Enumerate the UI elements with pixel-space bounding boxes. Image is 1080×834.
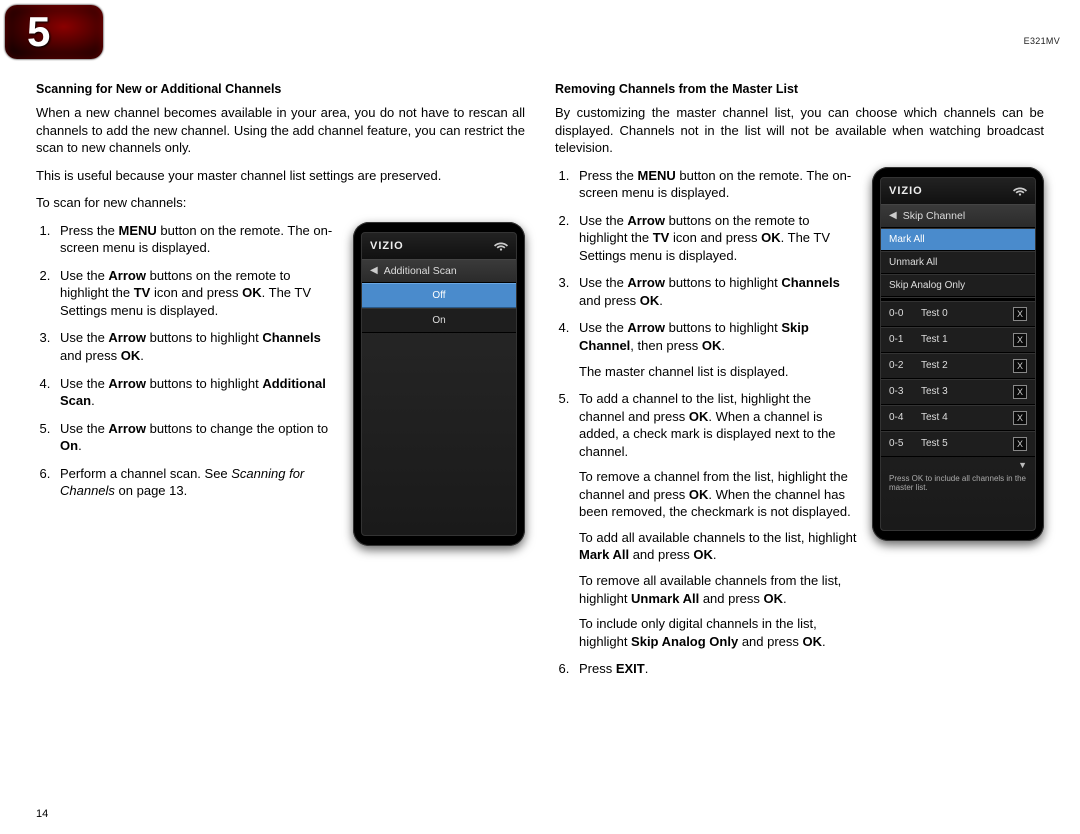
left-column: Scanning for New or Additional Channels …: [36, 82, 525, 688]
channel-row: 0-5Test 5X: [881, 431, 1035, 457]
right-column: Removing Channels from the Master List B…: [555, 82, 1044, 688]
model-code: E321MV: [1024, 36, 1060, 46]
phone-header: VIZIO: [362, 233, 516, 259]
phone-header: VIZIO: [881, 178, 1035, 204]
checkbox-icon: X: [1013, 359, 1027, 373]
left-steps: Press the MENU button on the remote. The…: [36, 222, 339, 546]
crumb-text: Skip Channel: [903, 210, 965, 222]
brand-label: VIZIO: [370, 240, 404, 252]
left-step-4: Use the Arrow buttons to highlight Addit…: [54, 375, 339, 410]
left-step-6: Perform a channel scan. See Scanning for…: [54, 465, 339, 500]
left-step-2: Use the Arrow buttons on the remote to h…: [54, 267, 339, 320]
breadcrumb: ◀ Skip Channel: [881, 204, 1035, 228]
channel-name: Test 4: [921, 412, 1013, 423]
chevron-down-icon: ▼: [1018, 460, 1027, 470]
scroll-indicator: ▼: [881, 457, 1035, 470]
right-step-5: To add a channel to the list, highlight …: [573, 390, 858, 650]
breadcrumb: ◀ Additional Scan: [362, 259, 516, 283]
left-heading: Scanning for New or Additional Channels: [36, 82, 525, 96]
channel-name: Test 5: [921, 438, 1013, 449]
channel-row: 0-2Test 2X: [881, 353, 1035, 379]
left-step-3: Use the Arrow buttons to highlight Chann…: [54, 329, 339, 364]
right-step-1: Press the MENU button on the remote. The…: [573, 167, 858, 202]
channel-name: Test 2: [921, 360, 1013, 371]
channel-name: Test 3: [921, 386, 1013, 397]
checkbox-icon: X: [1013, 437, 1027, 451]
chapter-badge: 5: [5, 5, 103, 59]
channel-row: 0-0Test 0X: [881, 301, 1035, 327]
page-body: Scanning for New or Additional Channels …: [36, 82, 1044, 688]
channel-number: 0-5: [889, 438, 921, 449]
option-on: On: [362, 308, 516, 333]
page-number: 14: [36, 808, 48, 820]
menu-skip-analog: Skip Analog Only: [881, 274, 1035, 297]
right-steps: Press the MENU button on the remote. The…: [555, 167, 858, 688]
right-section: Press the MENU button on the remote. The…: [555, 167, 1044, 688]
right-step-3: Use the Arrow buttons to highlight Chann…: [573, 274, 858, 309]
back-icon: ◀: [370, 265, 378, 276]
channel-number: 0-1: [889, 334, 921, 345]
brand-label: VIZIO: [889, 185, 923, 197]
left-p2: This is useful because your master chann…: [36, 167, 525, 185]
channel-row: 0-4Test 4X: [881, 405, 1035, 431]
menu-unmark-all: Unmark All: [881, 251, 1035, 274]
left-step-1: Press the MENU button on the remote. The…: [54, 222, 339, 257]
channel-name: Test 1: [921, 334, 1013, 345]
checkbox-icon: X: [1013, 307, 1027, 321]
left-lead: To scan for new channels:: [36, 194, 525, 212]
back-icon: ◀: [889, 210, 897, 221]
option-off: Off: [362, 283, 516, 308]
checkbox-icon: X: [1013, 385, 1027, 399]
channel-number: 0-2: [889, 360, 921, 371]
checkbox-icon: X: [1013, 333, 1027, 347]
channel-row: 0-1Test 1X: [881, 327, 1035, 353]
crumb-text: Additional Scan: [384, 265, 457, 277]
left-section: Press the MENU button on the remote. The…: [36, 222, 525, 546]
left-step-5: Use the Arrow buttons to change the opti…: [54, 420, 339, 455]
skip-channel-screenshot: VIZIO ◀ Skip Channel Mark All Unmark All…: [872, 167, 1044, 541]
channel-name: Test 0: [921, 308, 1013, 319]
phone-hint: Press OK to include all channels in the …: [881, 470, 1035, 497]
menu-mark-all: Mark All: [881, 228, 1035, 251]
checkbox-icon: X: [1013, 411, 1027, 425]
channel-list: 0-0Test 0X0-1Test 1X0-2Test 2X0-3Test 3X…: [881, 301, 1035, 457]
right-p1: By customizing the master channel list, …: [555, 104, 1044, 157]
chapter-number: 5: [27, 8, 50, 56]
wifi-icon: [1013, 184, 1027, 198]
channel-number: 0-4: [889, 412, 921, 423]
right-step-4: Use the Arrow buttons to highlight Skip …: [573, 319, 858, 380]
left-p1: When a new channel becomes available in …: [36, 104, 525, 157]
wifi-icon: [494, 239, 508, 253]
channel-number: 0-0: [889, 308, 921, 319]
right-step-6: Press EXIT.: [573, 660, 858, 678]
channel-row: 0-3Test 3X: [881, 379, 1035, 405]
right-step-2: Use the Arrow buttons on the remote to h…: [573, 212, 858, 265]
additional-scan-screenshot: VIZIO ◀ Additional Scan Off On: [353, 222, 525, 546]
channel-number: 0-3: [889, 386, 921, 397]
right-heading: Removing Channels from the Master List: [555, 82, 1044, 96]
